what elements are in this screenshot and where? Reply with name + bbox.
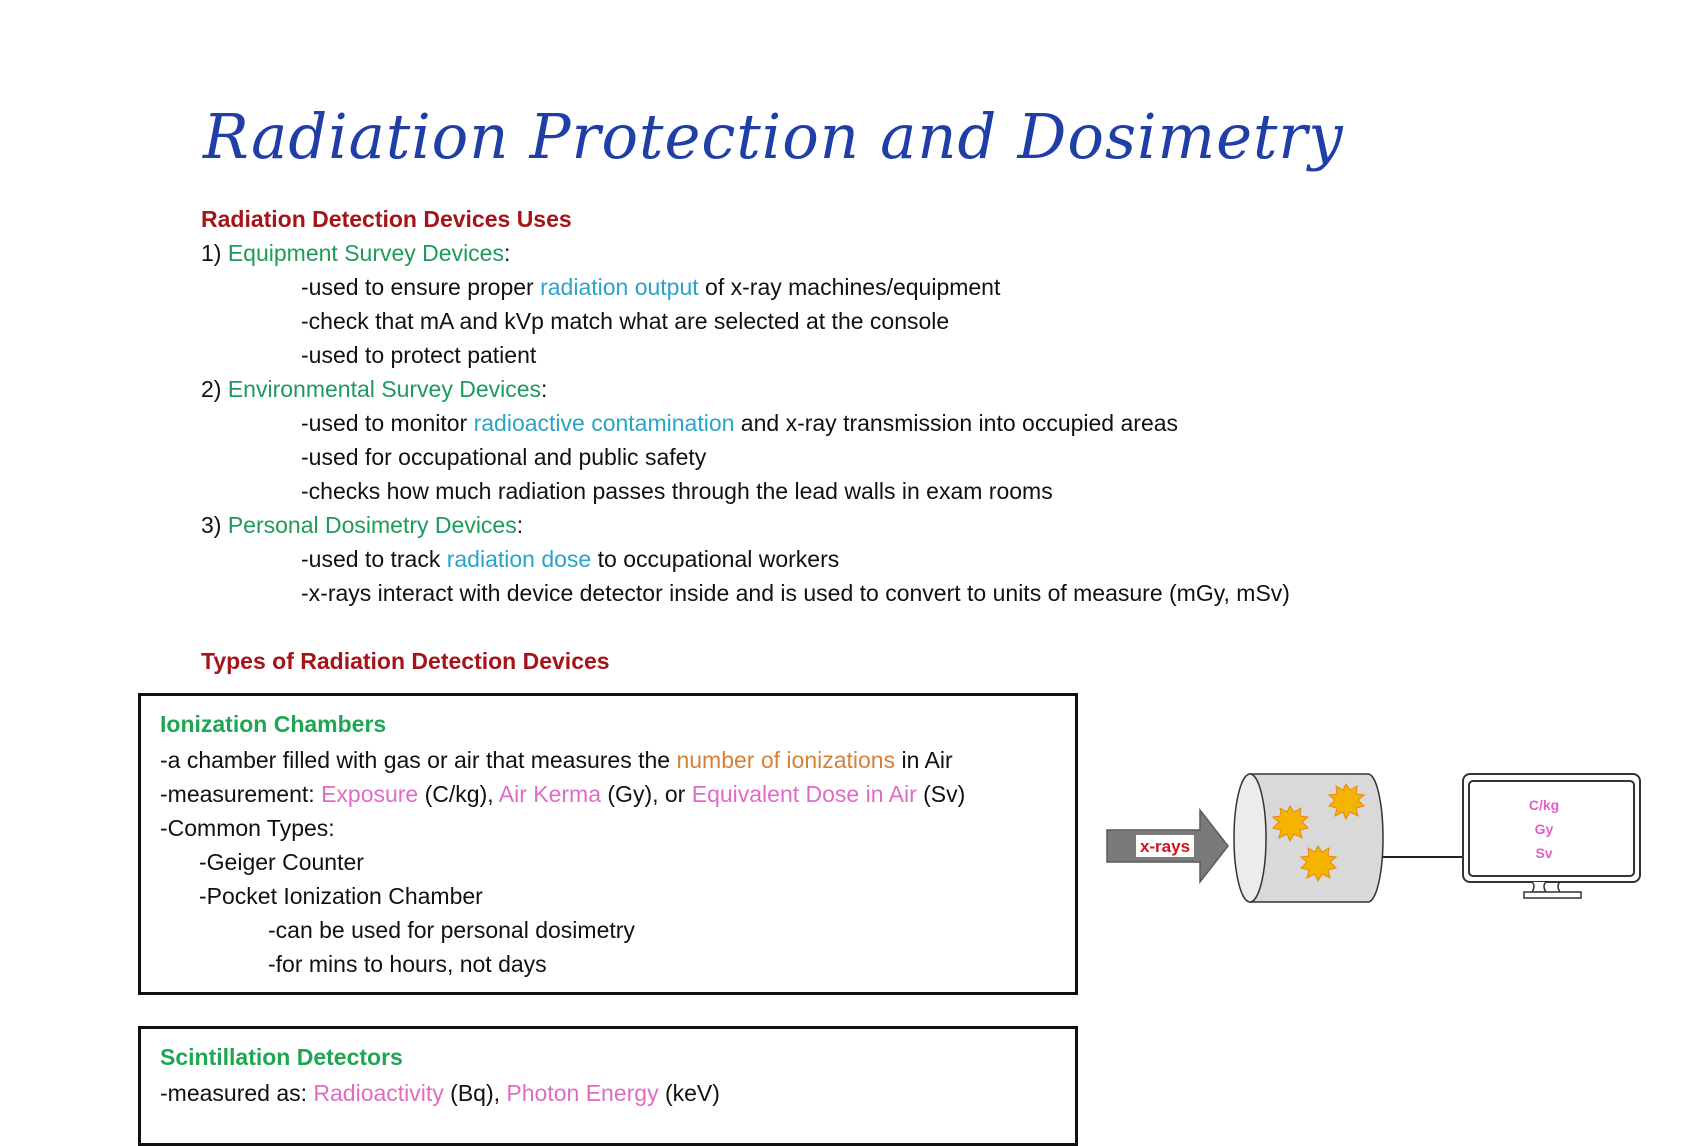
list-item-equipment-survey: 1) Equipment Survey Devices: [201, 238, 510, 268]
box-line: -measured as: Radioactivity (Bq), Photon… [160, 1078, 720, 1108]
arrow-label: x-rays [1140, 837, 1190, 856]
line-text: -a chamber filled with gas or air that m… [160, 747, 677, 773]
line-text: (Sv) [916, 781, 966, 807]
list-point: -used to track radiation dose to occupat… [301, 544, 839, 574]
list-point: -used to monitor radioactive contaminati… [301, 408, 1178, 438]
monitor-unit: Gy [1535, 821, 1554, 837]
ionization-chamber-diagram: x-rays C/kg Gy Sv [1106, 773, 1641, 903]
line-highlight: Exposure [321, 781, 419, 807]
box-title: Scintillation Detectors [160, 1044, 403, 1070]
monitor-unit: Sv [1535, 845, 1552, 861]
item-colon: : [503, 240, 511, 266]
box-title: Ionization Chambers [160, 711, 387, 737]
list-item-personal-dosimetry: 3) Personal Dosimetry Devices: [201, 510, 523, 540]
point-text: -used for occupational and public safety [301, 444, 707, 470]
line-highlight: Equivalent Dose in Air [691, 781, 917, 807]
list-item-environmental-survey: 2) Environmental Survey Devices: [201, 374, 547, 404]
list-point: -check that mA and kVp match what are se… [301, 306, 949, 336]
line-text: (Gy), or [601, 781, 692, 807]
line-text: in Air [895, 747, 953, 773]
point-text: and x-ray transmission into occupied are… [734, 410, 1179, 436]
chamber-cylinder-icon [1233, 773, 1384, 903]
scintillation-detectors-box: Scintillation Detectors -measured as: Ra… [138, 1026, 1078, 1146]
item-name: Environmental Survey Devices [227, 376, 542, 402]
item-name: Personal Dosimetry Devices [227, 512, 517, 538]
point-text: -checks how much radiation passes throug… [301, 478, 1053, 504]
list-point: -checks how much radiation passes throug… [301, 476, 1053, 506]
box-line: -for mins to hours, not days [268, 951, 547, 977]
point-text: -used to ensure proper [301, 274, 541, 300]
ionization-chambers-box: Ionization Chambers -a chamber filled wi… [138, 693, 1078, 995]
line-text: -measurement: [160, 781, 322, 807]
list-point: -x-rays interact with device detector in… [301, 578, 1290, 608]
item-name: Equipment Survey Devices [227, 240, 504, 266]
box-line: -a chamber filled with gas or air that m… [160, 745, 953, 775]
item-number: 3) [201, 512, 222, 538]
box-line: -measurement: Exposure (C/kg), Air Kerma… [160, 779, 965, 809]
box-line: -can be used for personal dosimetry [268, 917, 635, 943]
point-text: -x-rays interact with device detector in… [301, 580, 1290, 606]
item-colon: : [541, 376, 548, 402]
line-text: (C/kg), [418, 781, 499, 807]
point-text: -used to monitor [301, 410, 474, 436]
section-heading-types: Types of Radiation Detection Devices [201, 648, 610, 674]
box-line: -Geiger Counter [199, 849, 364, 875]
list-point: -used to protect patient [301, 340, 536, 370]
item-colon: : [516, 512, 524, 538]
point-highlight: radioactive contamination [473, 410, 735, 436]
point-text: -used to protect patient [301, 342, 537, 368]
point-text: -used to track [301, 546, 447, 572]
monitor-unit: C/kg [1529, 797, 1559, 813]
line-highlight: number of ionizations [676, 747, 896, 773]
point-highlight: radiation dose [446, 546, 592, 572]
item-number: 2) [201, 376, 222, 402]
point-text: to occupational workers [591, 546, 840, 572]
document-title: Radiation Protection and Dosimetry [203, 100, 1344, 173]
point-text: of x-ray machines/equipment [698, 274, 1001, 300]
box-line: -Common Types: [160, 815, 335, 841]
list-point: -used for occupational and public safety [301, 442, 706, 472]
section-heading-uses: Radiation Detection Devices Uses [201, 206, 572, 232]
list-point: -used to ensure proper radiation output … [301, 272, 1000, 302]
line-highlight: Air Kerma [498, 781, 601, 807]
point-highlight: radiation output [540, 274, 699, 300]
item-number: 1) [201, 240, 222, 266]
box-line: -Pocket Ionization Chamber [199, 883, 483, 909]
point-text: -check that mA and kVp match what are se… [301, 308, 950, 334]
